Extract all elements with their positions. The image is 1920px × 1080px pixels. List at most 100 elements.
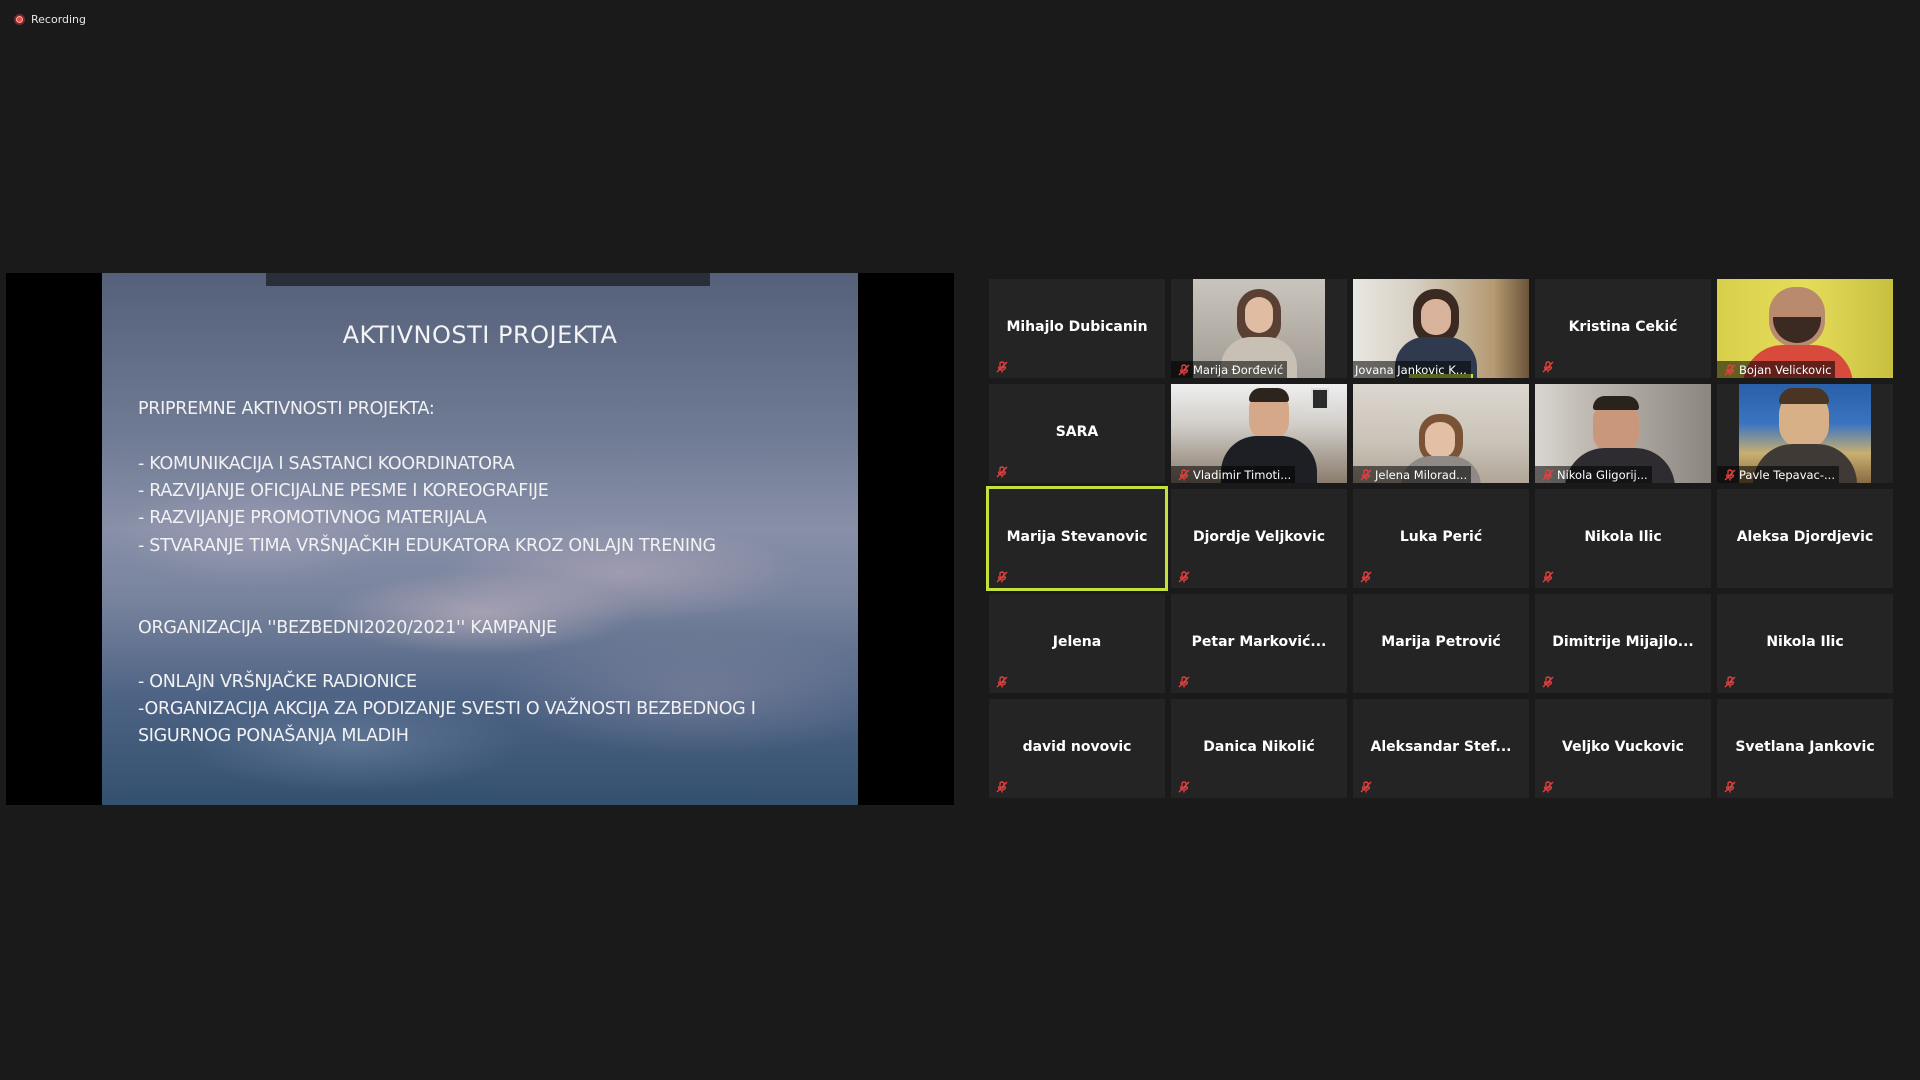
participant-name: Aleksandar Stef...	[1370, 739, 1512, 755]
person-hair	[1593, 396, 1639, 410]
participant-name: Vladimir Timoti...	[1193, 467, 1292, 482]
participant-name: Danica Nikolić	[1203, 739, 1315, 755]
participant-name: Aleksa Djordjevic	[1736, 529, 1874, 545]
slide-line: -ORGANIZACIJA AKCIJA ZA PODIZANJE SVESTI…	[138, 699, 756, 719]
participant-tile[interactable]: Nikola Ilic	[1535, 489, 1711, 588]
participant-label: Bojan Velickovic	[1717, 361, 1836, 378]
microphone-muted-icon	[1542, 571, 1554, 583]
participant-name: Marija Stevanovic	[1006, 529, 1148, 545]
microphone-muted-icon	[1360, 571, 1372, 583]
microphone-muted-icon	[1178, 781, 1190, 793]
participant-name: Marija Đorđević	[1193, 362, 1284, 377]
participant-tile[interactable]: Marija Đorđević	[1171, 279, 1347, 378]
participant-name: david novovic	[1022, 739, 1132, 755]
slide-top-bar	[266, 273, 710, 286]
slide-line: - RAZVIJANJE OFICIJALNE PESME I KOREOGRA…	[138, 481, 549, 501]
participant-tile[interactable]: Petar Marković...	[1171, 594, 1347, 693]
participant-tile[interactable]: Pavle Tepavac-...	[1717, 384, 1893, 483]
participant-label: Jovana Jankovic K...	[1353, 361, 1471, 378]
participant-tile[interactable]: Svetlana Jankovic	[1717, 699, 1893, 798]
participant-name: Marija Petrović	[1381, 634, 1501, 650]
slide-line: - RAZVIJANJE PROMOTIVNOG MATERIJALA	[138, 508, 487, 528]
participant-tile[interactable]: SARA	[989, 384, 1165, 483]
microphone-muted-icon	[1178, 468, 1190, 480]
participant-tile[interactable]: Bojan Velickovic	[1717, 279, 1893, 378]
participant-label: Pavle Tepavac-...	[1717, 466, 1839, 483]
microphone-muted-icon	[996, 571, 1008, 583]
slide-line: SIGURNOG PONAŠANJA MLADIH	[138, 726, 409, 746]
microphone-muted-icon	[1542, 781, 1554, 793]
participant-tile[interactable]: Aleksandar Stef...	[1353, 699, 1529, 798]
participant-tile[interactable]: Jelena	[989, 594, 1165, 693]
participant-name: Svetlana Jankovic	[1735, 739, 1875, 755]
participant-tile[interactable]: Aleksa Djordjevic	[1717, 489, 1893, 588]
person-face	[1425, 422, 1455, 458]
wall-frame	[1311, 388, 1329, 410]
participant-gallery: Mihajlo Dubicanin Marija Đorđević Jovana…	[986, 279, 1895, 800]
participant-name: Djordje Veljkovic	[1192, 529, 1326, 545]
participant-tile[interactable]: Danica Nikolić	[1171, 699, 1347, 798]
participant-name: Jelena Milorad...	[1375, 467, 1468, 482]
participant-name: Nikola Ilic	[1584, 529, 1662, 545]
participant-tile[interactable]: Dimitrije Mijajlo...	[1535, 594, 1711, 693]
participant-label: Vladimir Timoti...	[1171, 466, 1296, 483]
participant-name: Dimitrije Mijajlo...	[1552, 634, 1694, 650]
microphone-muted-icon	[1724, 363, 1736, 375]
slide-line: - KOMUNIKACIJA I SASTANCI KOORDINATORA	[138, 454, 515, 474]
participant-tile[interactable]: Veljko Vuckovic	[1535, 699, 1711, 798]
person-hair	[1779, 388, 1829, 404]
presentation-slide: AKTIVNOSTI PROJEKTA PRIPREMNE AKTIVNOSTI…	[102, 273, 858, 805]
participant-name: Petar Marković...	[1191, 634, 1327, 650]
slide-line: ORGANIZACIJA ''BEZBEDNI2020/2021'' KAMPA…	[138, 618, 557, 638]
microphone-muted-icon	[1542, 468, 1554, 480]
participant-name: Luka Perić	[1399, 529, 1483, 545]
participant-tile[interactable]: Marija Petrović	[1353, 594, 1529, 693]
participant-tile-active-speaker[interactable]: Marija Stevanovic	[986, 486, 1168, 591]
participant-name: Jovana Jankovic K...	[1355, 362, 1467, 377]
participant-tile[interactable]: Mihajlo Dubicanin	[989, 279, 1165, 378]
slide-title: AKTIVNOSTI PROJEKTA	[342, 321, 618, 349]
person-hair	[1249, 388, 1289, 402]
participant-name: Nikola Gligorij...	[1557, 467, 1648, 482]
participant-tile[interactable]: david novovic	[989, 699, 1165, 798]
participant-tile[interactable]: Jovana Jankovic K...	[1353, 279, 1529, 378]
participant-tile[interactable]: Luka Perić	[1353, 489, 1529, 588]
participant-name: Pavle Tepavac-...	[1739, 467, 1835, 482]
participant-tile[interactable]: Jelena Milorad...	[1353, 384, 1529, 483]
microphone-muted-icon	[1542, 676, 1554, 688]
microphone-muted-icon	[1178, 571, 1190, 583]
person-face	[1245, 297, 1273, 333]
recording-label: Recording	[31, 13, 87, 26]
microphone-muted-icon	[996, 781, 1008, 793]
participant-name: Veljko Vuckovic	[1562, 739, 1684, 755]
participant-label: Nikola Gligorij...	[1535, 466, 1652, 483]
participant-tile[interactable]: Vladimir Timoti...	[1171, 384, 1347, 483]
participant-name: Bojan Velickovic	[1739, 362, 1832, 377]
participant-tile[interactable]: Djordje Veljkovic	[1171, 489, 1347, 588]
participant-tile[interactable]: Kristina Cekić	[1535, 279, 1711, 378]
participant-name: Mihajlo Dubicanin	[1006, 319, 1148, 335]
participant-tile[interactable]: Nikola Ilic	[1717, 594, 1893, 693]
participant-label: Marija Đorđević	[1171, 361, 1288, 378]
participant-tile[interactable]: Nikola Gligorij...	[1535, 384, 1711, 483]
slide-line: - STVARANJE TIMA VRŠNJAČKIH EDUKATORA KR…	[138, 536, 716, 556]
participant-name: Kristina Cekić	[1568, 319, 1678, 335]
person-face	[1421, 299, 1451, 335]
microphone-muted-icon	[1178, 676, 1190, 688]
recording-indicator[interactable]: Recording	[14, 13, 86, 26]
microphone-muted-icon	[1724, 468, 1736, 480]
microphone-muted-icon	[996, 676, 1008, 688]
microphone-muted-icon	[996, 361, 1008, 373]
microphone-muted-icon	[1360, 468, 1372, 480]
microphone-muted-icon	[1542, 361, 1554, 373]
slide-line: PRIPREMNE AKTIVNOSTI PROJEKTA:	[138, 399, 435, 419]
participant-name: Nikola Ilic	[1766, 634, 1844, 650]
shared-screen: AKTIVNOSTI PROJEKTA PRIPREMNE AKTIVNOSTI…	[6, 273, 954, 805]
microphone-muted-icon	[996, 466, 1008, 478]
recording-dot-icon	[14, 14, 25, 25]
slide-line: - ONLAJN VRŠNJAČKE RADIONICE	[138, 672, 417, 692]
participant-label: Jelena Milorad...	[1353, 466, 1472, 483]
participant-name: Jelena	[1052, 634, 1102, 650]
microphone-muted-icon	[1360, 781, 1372, 793]
participant-name: SARA	[1055, 424, 1099, 440]
